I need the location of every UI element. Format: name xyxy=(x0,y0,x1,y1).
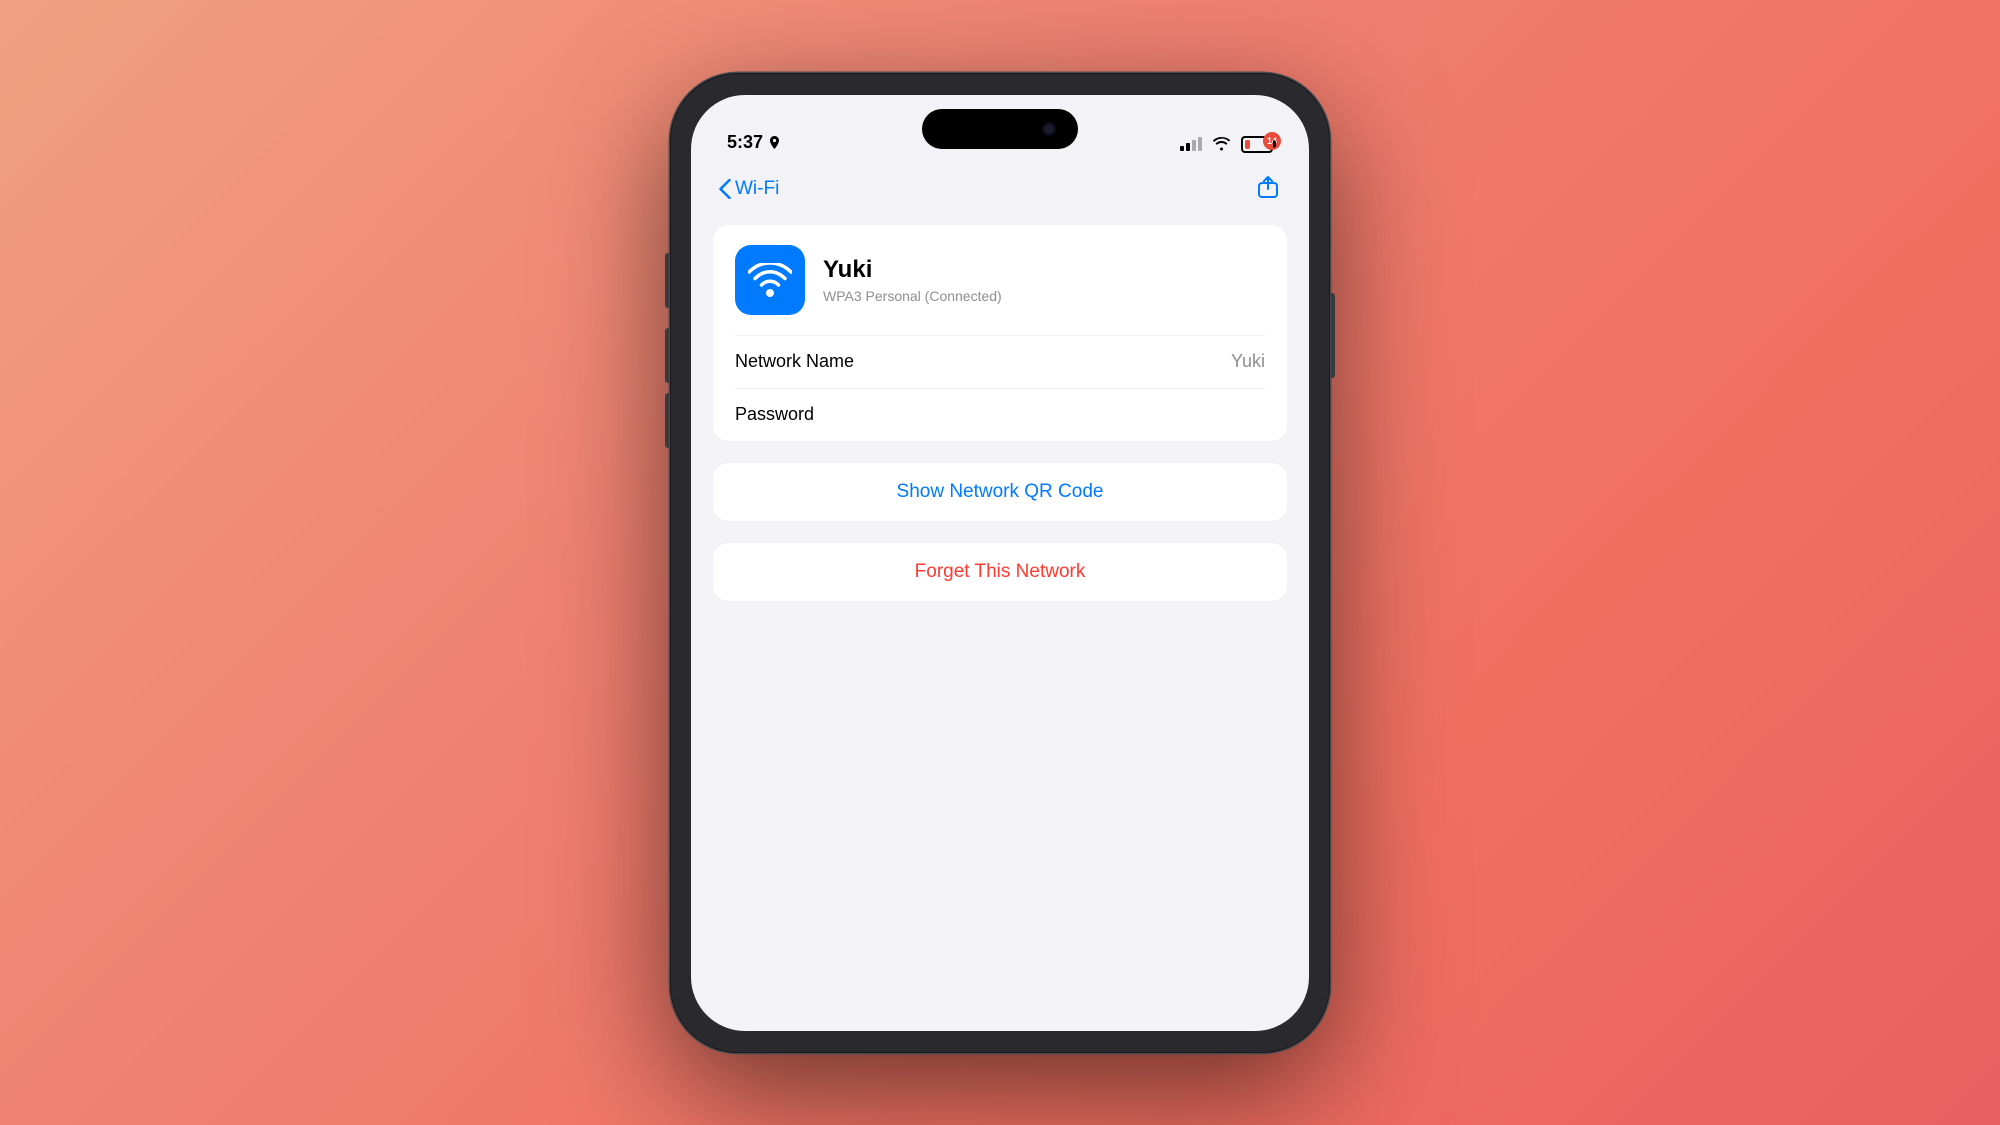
network-info-card: Yuki WPA3 Personal (Connected) Network N… xyxy=(713,225,1287,441)
signal-icon xyxy=(1180,137,1202,151)
battery-indicator: 14 xyxy=(1241,136,1273,153)
phone-screen: 5:37 xyxy=(691,95,1309,1031)
battery-icon: 14 xyxy=(1241,136,1273,153)
phone-device: 5:37 xyxy=(670,73,1330,1053)
front-camera xyxy=(1042,122,1056,136)
back-label: Wi-Fi xyxy=(735,178,779,200)
qr-code-label: Show Network QR Code xyxy=(897,481,1104,503)
network-name-heading: Yuki xyxy=(823,256,1002,284)
password-label: Password xyxy=(735,404,814,425)
network-header: Yuki WPA3 Personal (Connected) xyxy=(713,225,1287,335)
forget-network-label: Forget This Network xyxy=(915,561,1086,583)
time-display: 5:37 xyxy=(727,132,763,153)
network-name-value: Yuki xyxy=(1231,351,1265,372)
qr-code-card[interactable]: Show Network QR Code xyxy=(713,463,1287,521)
content-area: Yuki WPA3 Personal (Connected) Network N… xyxy=(691,215,1309,1031)
network-name-row: Network Name Yuki xyxy=(713,336,1287,388)
forget-network-card[interactable]: Forget This Network xyxy=(713,543,1287,601)
network-name-label: Network Name xyxy=(735,351,854,372)
location-icon xyxy=(768,136,781,149)
forget-network-button[interactable]: Forget This Network xyxy=(713,543,1287,601)
nav-bar: Wi-Fi xyxy=(691,163,1309,215)
password-row[interactable]: Password xyxy=(713,389,1287,441)
back-button[interactable]: Wi-Fi xyxy=(719,178,779,200)
battery-fill xyxy=(1245,140,1250,149)
share-button[interactable] xyxy=(1255,173,1281,204)
wifi-status-icon xyxy=(1212,137,1231,151)
network-security-type: WPA3 Personal (Connected) xyxy=(823,288,1002,304)
wifi-large-icon xyxy=(748,263,792,297)
battery-badge: 14 xyxy=(1263,132,1281,150)
network-details: Yuki WPA3 Personal (Connected) xyxy=(823,256,1002,304)
status-right: 14 xyxy=(1180,136,1273,153)
status-time: 5:37 xyxy=(727,132,781,153)
show-qr-button[interactable]: Show Network QR Code xyxy=(713,463,1287,521)
dynamic-island xyxy=(922,109,1078,149)
wifi-icon-box xyxy=(735,245,805,315)
